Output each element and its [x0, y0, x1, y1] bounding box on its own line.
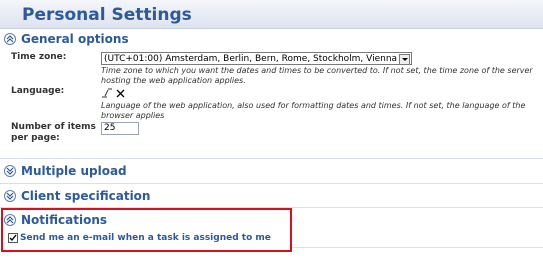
page-title: Personal Settings [22, 5, 192, 25]
section-general-options[interactable]: General options [4, 31, 129, 47]
section-multiple-upload[interactable]: Multiple upload [4, 163, 127, 179]
timezone-value: (UTC+01:00) Amsterdam, Berlin, Bern, Rom… [104, 54, 398, 64]
language-label: Language: [11, 86, 65, 96]
items-per-page-label: Number of items per page: [11, 122, 96, 144]
timezone-select[interactable]: (UTC+01:00) Amsterdam, Berlin, Bern, Rom… [101, 52, 412, 65]
timezone-label: Time zone: [11, 52, 67, 62]
language-hint: Language of the web application, also us… [101, 101, 526, 120]
edit-text-icon[interactable] [101, 83, 112, 102]
highlight-box [1, 208, 292, 252]
items-per-page-input[interactable]: 25 [101, 122, 139, 135]
expand-down-icon[interactable] [4, 190, 16, 202]
divider [0, 183, 543, 184]
section-client-specification[interactable]: Client specification [4, 188, 150, 204]
divider [292, 247, 543, 248]
chevron-down-icon[interactable] [399, 54, 410, 65]
items-per-page-label-line1: Number of items [11, 122, 96, 132]
clear-x-icon[interactable] [116, 83, 125, 102]
language-controls [101, 86, 125, 98]
section-title-general: General options [21, 32, 129, 46]
section-title-multiple-upload: Multiple upload [21, 164, 127, 178]
section-title-client-specification: Client specification [21, 189, 151, 203]
divider [0, 158, 543, 159]
collapse-up-icon[interactable] [4, 33, 16, 45]
timezone-hint: Time zone to which you want the dates an… [101, 66, 533, 85]
page-header: Personal Settings [0, 0, 543, 29]
expand-down-icon[interactable] [4, 165, 16, 177]
items-per-page-label-line2: per page: [11, 133, 60, 143]
